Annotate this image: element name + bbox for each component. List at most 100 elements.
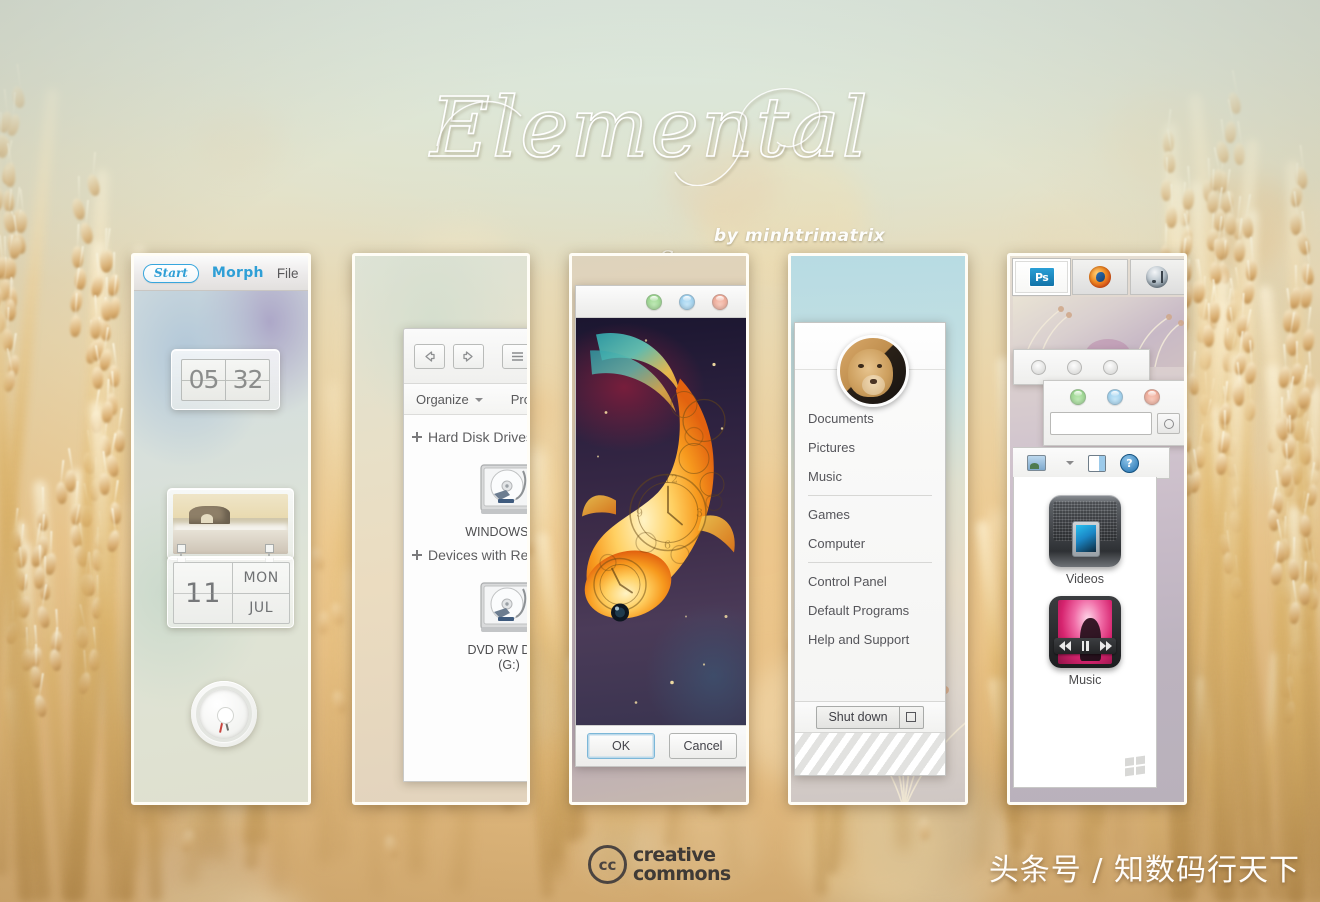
morph-menubar[interactable]: Start Morph File Go [134,256,308,291]
fastforward-icon [1099,640,1112,651]
minimize-orb-icon[interactable] [646,293,662,310]
cancel-button[interactable]: Cancel [669,733,737,759]
maximize-orb-inactive-icon[interactable] [1067,359,1082,375]
lion-avatar[interactable] [837,335,909,407]
group-label: Hard Disk Drives [428,429,530,445]
sidebar-item-default-programs[interactable]: Default Programs [795,596,945,625]
close-orb-icon[interactable] [712,293,728,310]
close-orb-icon[interactable] [1144,388,1160,405]
close-orb-inactive-icon[interactable] [1103,359,1118,375]
maximize-orb-icon[interactable] [1107,388,1123,405]
panel-morph-desktop[interactable]: Start Morph File Go 05 32 11 MON JUL [131,253,311,805]
drive-label: WINDOWS (C:) [465,525,529,539]
minimize-orb-icon[interactable] [1070,388,1086,405]
start-menu-footer[interactable]: Shut down [795,701,945,732]
hard-disk-icon [476,461,527,519]
start-menu[interactable]: Documents Pictures Music Games Computer … [794,322,946,776]
connector-node-2 [265,544,274,553]
picture-icon[interactable] [1027,455,1046,471]
taskbar-item-itunes[interactable] [1129,259,1184,295]
folder-label: Music [1068,673,1102,687]
cc-mark-icon: cc [588,845,627,884]
group-header-devices-with-removable-storage[interactable]: Devices with Rem [404,543,527,567]
videos-folder-icon [1049,495,1121,567]
sidebar-item-documents[interactable]: Documents [795,404,945,433]
clock-hours: 05 [182,360,225,400]
search-input[interactable] [1050,412,1152,435]
taskbar-item-firefox[interactable] [1072,259,1128,295]
organize-button[interactable]: Organize [416,392,483,407]
ok-button[interactable]: OK [587,733,655,759]
start-button[interactable]: Start [143,263,199,283]
svg-text:6: 6 [664,539,671,552]
drive-item[interactable]: DVD RW Drive(G:) [404,567,527,676]
help-icon[interactable]: ? [1120,453,1139,473]
menu-divider [808,495,932,496]
sidebar-item-computer[interactable]: Computer [795,529,945,558]
clock-hub [217,707,234,724]
shutdown-button[interactable]: Shut down [816,705,900,729]
itunes-icon [1146,266,1169,288]
dialog-window[interactable]: 12 3 69 OK Cancel [575,285,746,767]
photo-widget[interactable] [167,488,294,560]
watermark: 头条号 / 知数码行天下 [988,853,1300,888]
dialog-titlebar[interactable] [576,286,746,318]
maximize-orb-icon[interactable] [679,293,695,310]
sidebar-item-help-and-support[interactable]: Help and Support [795,625,945,654]
calendar-month: JUL [249,600,274,617]
sidebar-item-pictures[interactable]: Pictures [795,433,945,462]
list-view-icon[interactable] [502,343,527,369]
clockwork-koi-artwork: 12 3 6 9 [576,318,746,725]
analog-clock-widget[interactable] [191,681,257,747]
clock-minutes: 32 [225,359,269,400]
view-mode-group[interactable] [502,343,527,369]
panel-taskbar-folders[interactable]: Ps ? Videos Music [1007,253,1187,805]
list-item[interactable]: Music [1049,596,1121,687]
calendar-widget[interactable]: 11 MON JUL [167,556,294,628]
search-icon[interactable] [1157,413,1180,434]
expand-plus-icon [412,432,422,442]
panel-dialog-window[interactable]: 12 3 69 OK Cancel [569,253,749,805]
list-item[interactable]: Videos [1049,495,1121,586]
expand-plus-icon [412,549,422,560]
striped-progress-area [795,732,945,775]
properties-button[interactable]: Pro [511,392,527,407]
sidebar-item-music[interactable]: Music [795,462,945,491]
window-controls-active[interactable] [1043,380,1184,446]
menu-divider [808,562,932,563]
sidebar-item-control-panel[interactable]: Control Panel [795,567,945,596]
rewind-icon [1058,640,1071,651]
forward-arrow-icon[interactable] [453,343,484,369]
explorer-window[interactable]: Organize Pro Hard Disk Drives WINDOWS De… [403,328,530,782]
hard-disk-icon [476,579,527,637]
sidebar-item-games[interactable]: Games [795,500,945,529]
start-menu-items[interactable]: Documents Pictures Music Games Computer … [795,370,945,701]
taskbar[interactable]: Ps [1013,259,1184,295]
dialog-button-bar[interactable]: OK Cancel [576,725,746,766]
chevron-down-icon[interactable] [1066,461,1074,465]
back-arrow-icon[interactable] [414,343,445,369]
group-header-hard-disk-drives[interactable]: Hard Disk Drives [404,425,530,449]
svg-text:9: 9 [636,507,643,520]
minimize-orb-inactive-icon[interactable] [1031,359,1046,375]
flip-clock-widget[interactable]: 05 32 [171,349,280,410]
explorer-toolstrip[interactable]: ? [1013,447,1170,479]
shutdown-options-icon[interactable] [899,705,924,729]
taskbar-item-photoshop[interactable]: Ps [1013,259,1071,295]
folder-list[interactable]: Videos Music [1013,477,1157,788]
firefox-icon [1088,266,1111,288]
drive-item[interactable]: WINDOWS (C:) [404,449,529,543]
panel-file-explorer[interactable]: Organize Pro Hard Disk Drives WINDOWS De… [352,253,530,805]
menu-morph[interactable]: Morph [212,265,264,281]
preview-pane-icon[interactable] [1088,454,1106,472]
explorer-navbar[interactable] [404,329,527,384]
connector-node-1 [177,544,186,553]
explorer-content: Hard Disk Drives WINDOWS Devices with Re… [404,415,530,676]
cc-wordmark: creative commons [633,844,731,885]
calendar-day: 11 [185,577,222,609]
svg-text:12: 12 [664,473,678,486]
photoshop-icon: Ps [1028,267,1055,287]
menu-file[interactable]: File [277,266,299,281]
explorer-toolbar[interactable]: Organize Pro [404,384,527,415]
panel-start-menu[interactable]: Documents Pictures Music Games Computer … [788,253,968,805]
